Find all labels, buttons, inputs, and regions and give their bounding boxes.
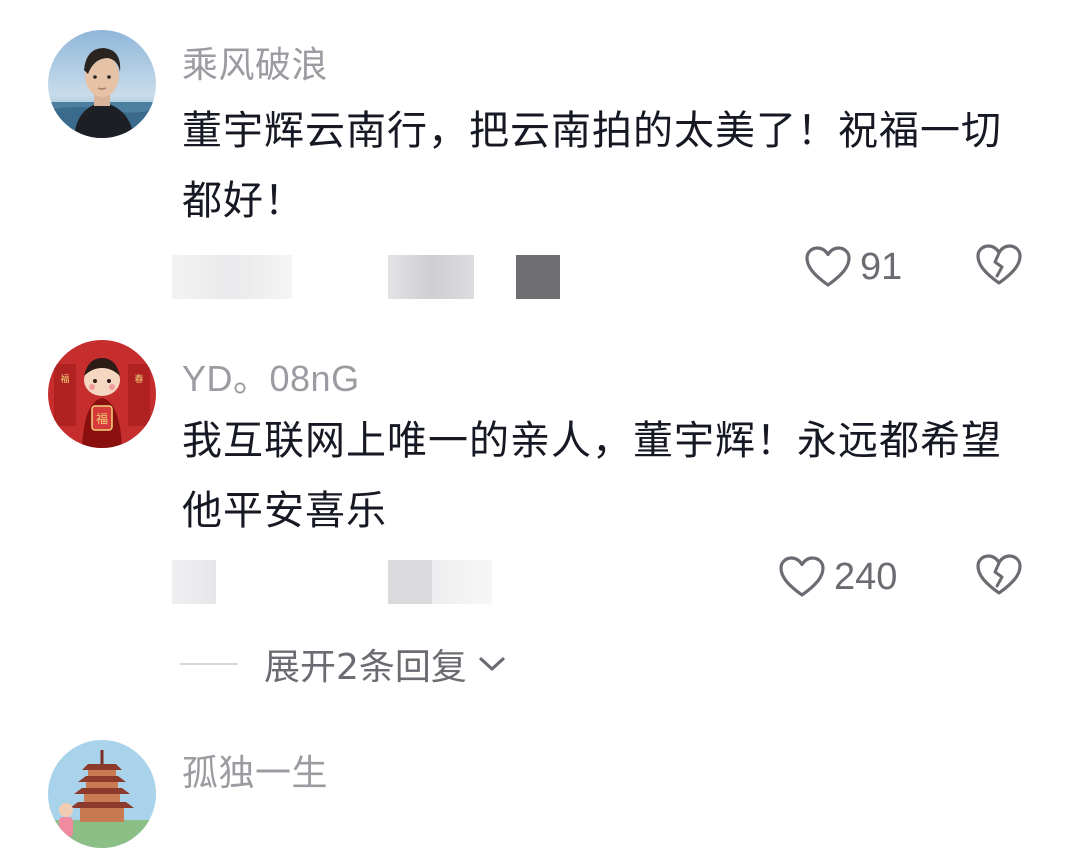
comment-item: 乘风破浪 董宇辉云南行，把云南拍的太美了！祝福一切都好！ 91	[0, 0, 1080, 320]
man-portrait-seaside-avatar	[48, 30, 156, 138]
broken-heart-icon	[976, 554, 1022, 595]
like-count: 91	[860, 245, 903, 288]
expand-replies-label: 展开2条回复	[264, 647, 467, 688]
username[interactable]: 孤独一生	[182, 744, 328, 796]
like-count: 240	[834, 555, 898, 598]
comment-meta-redacted	[172, 255, 592, 299]
username[interactable]: 乘风破浪	[182, 36, 328, 88]
dislike-button[interactable]	[974, 242, 1024, 292]
user-avatar[interactable]: 福 春 福	[48, 340, 156, 448]
chevron-down-icon	[479, 657, 505, 671]
broken-heart-icon	[976, 244, 1022, 285]
heart-outline-icon	[805, 246, 851, 287]
comment-text: 我互联网上唯一的亲人，董宇辉！永远都希望他平安喜乐	[182, 418, 1002, 534]
svg-text:春: 春	[134, 373, 143, 385]
user-avatar[interactable]	[48, 30, 156, 138]
heart-outline-icon	[779, 556, 825, 597]
comment-meta-redacted	[172, 560, 632, 604]
pagoda-avatar	[48, 740, 156, 848]
expand-replies-button[interactable]: 展开2条回复	[180, 636, 507, 692]
user-avatar[interactable]	[48, 740, 156, 848]
svg-text:福: 福	[60, 373, 69, 385]
dislike-button[interactable]	[974, 552, 1024, 602]
comment-item: 福 春 福 YD。08nG 我互联网上唯一的亲人，董宇辉！永远都希望他平安喜乐 …	[0, 320, 1080, 620]
username[interactable]: YD。08nG	[182, 350, 360, 402]
divider-line	[180, 663, 238, 665]
comment-text: 董宇辉云南行，把云南拍的太美了！祝福一切都好！	[182, 108, 1002, 224]
svg-text:福: 福	[96, 411, 108, 426]
like-button[interactable]: 240	[778, 552, 897, 602]
like-button[interactable]: 91	[804, 242, 902, 292]
comment-item: 孤独一生	[0, 720, 1080, 848]
chinese-new-year-boy-avatar: 福 春 福	[48, 340, 156, 448]
